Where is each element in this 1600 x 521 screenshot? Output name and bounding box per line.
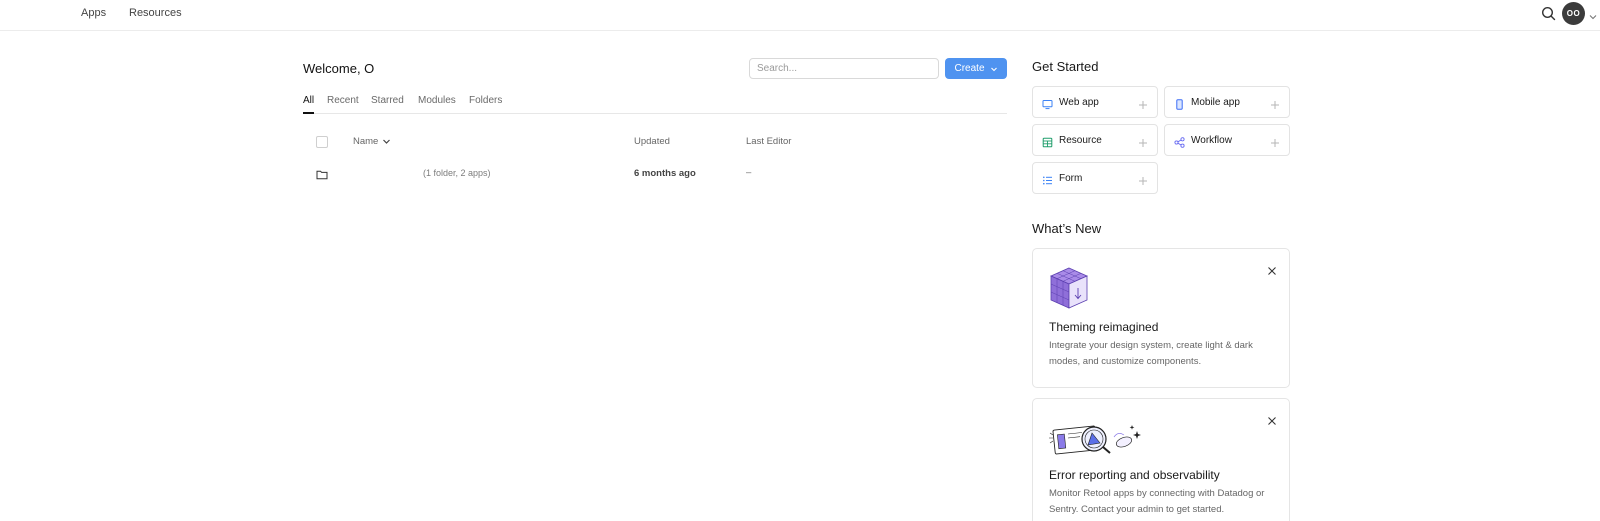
folder-contents-count: (1 folder, 2 apps) bbox=[423, 168, 491, 178]
create-workflow-card[interactable]: Workflow bbox=[1164, 124, 1290, 156]
news-card-error-reporting: Error reporting and observability Monito… bbox=[1032, 398, 1290, 521]
create-mobile-app-card[interactable]: Mobile app bbox=[1164, 86, 1290, 118]
chevron-down-icon bbox=[383, 139, 391, 144]
purple-cube-illustration bbox=[1048, 266, 1090, 310]
table-icon bbox=[1042, 135, 1053, 148]
nav-apps-link[interactable]: Apps bbox=[81, 7, 106, 19]
list-icon bbox=[1042, 173, 1053, 185]
workflow-label: Workflow bbox=[1191, 135, 1232, 146]
mobile-app-label: Mobile app bbox=[1191, 97, 1240, 108]
table-header: Name Updated Last Editor bbox=[303, 134, 1007, 150]
create-button[interactable]: Create bbox=[945, 58, 1007, 79]
page-title: Welcome, O bbox=[303, 61, 375, 76]
plus-icon bbox=[1138, 135, 1148, 147]
search-icon[interactable] bbox=[1540, 5, 1558, 23]
updated-column-header[interactable]: Updated bbox=[634, 136, 670, 147]
tab-bar: All Recent Starred Modules Folders bbox=[303, 93, 1007, 114]
news-body: Monitor Retool apps by connecting with D… bbox=[1049, 488, 1265, 515]
name-column-label: Name bbox=[353, 136, 379, 147]
phone-icon bbox=[1174, 97, 1185, 110]
web-app-label: Web app bbox=[1059, 97, 1099, 108]
search-input[interactable] bbox=[749, 58, 939, 79]
chevron-down-icon bbox=[990, 67, 997, 71]
news-headline: Theming reimagined bbox=[1049, 320, 1159, 334]
close-icon[interactable] bbox=[1267, 413, 1277, 425]
magnifier-bug-illustration bbox=[1048, 419, 1144, 459]
last-editor-value: – bbox=[746, 167, 752, 178]
chevron-down-icon[interactable] bbox=[1588, 9, 1598, 20]
resource-label: Resource bbox=[1059, 135, 1102, 146]
plus-icon bbox=[1270, 135, 1280, 147]
monitor-icon bbox=[1042, 97, 1053, 110]
plus-icon bbox=[1138, 173, 1148, 185]
create-form-card[interactable]: Form bbox=[1032, 162, 1158, 194]
tab-folders[interactable]: Folders bbox=[469, 95, 502, 114]
create-button-label: Create bbox=[954, 63, 985, 74]
avatar[interactable]: OO bbox=[1562, 2, 1585, 25]
whats-new-title: What’s New bbox=[1032, 221, 1102, 236]
news-body: Integrate your design system, create lig… bbox=[1049, 340, 1253, 367]
select-all-checkbox[interactable] bbox=[316, 136, 328, 148]
get-started-title: Get Started bbox=[1032, 59, 1099, 74]
plus-icon bbox=[1270, 97, 1280, 109]
news-card-theming: Theming reimagined Integrate your design… bbox=[1032, 248, 1290, 388]
top-nav: Apps Resources OO bbox=[0, 0, 1600, 31]
tab-modules[interactable]: Modules bbox=[418, 95, 456, 114]
tab-all[interactable]: All bbox=[303, 95, 315, 114]
nav-resources-link[interactable]: Resources bbox=[129, 7, 182, 19]
create-web-app-card[interactable]: Web app bbox=[1032, 86, 1158, 118]
create-resource-card[interactable]: Resource bbox=[1032, 124, 1158, 156]
updated-value: 6 months ago bbox=[634, 168, 696, 179]
close-icon[interactable] bbox=[1267, 263, 1277, 275]
plus-icon bbox=[1138, 97, 1148, 109]
name-column-header[interactable]: Name bbox=[353, 136, 391, 147]
table-row[interactable]: (1 folder, 2 apps) 6 months ago – bbox=[303, 166, 1007, 184]
news-headline: Error reporting and observability bbox=[1049, 468, 1220, 482]
tab-starred[interactable]: Starred bbox=[371, 95, 404, 114]
last-editor-column-header[interactable]: Last Editor bbox=[746, 136, 791, 147]
folder-icon bbox=[316, 167, 328, 180]
share-nodes-icon bbox=[1174, 135, 1185, 148]
tab-recent[interactable]: Recent bbox=[327, 95, 359, 114]
form-label: Form bbox=[1059, 173, 1083, 184]
